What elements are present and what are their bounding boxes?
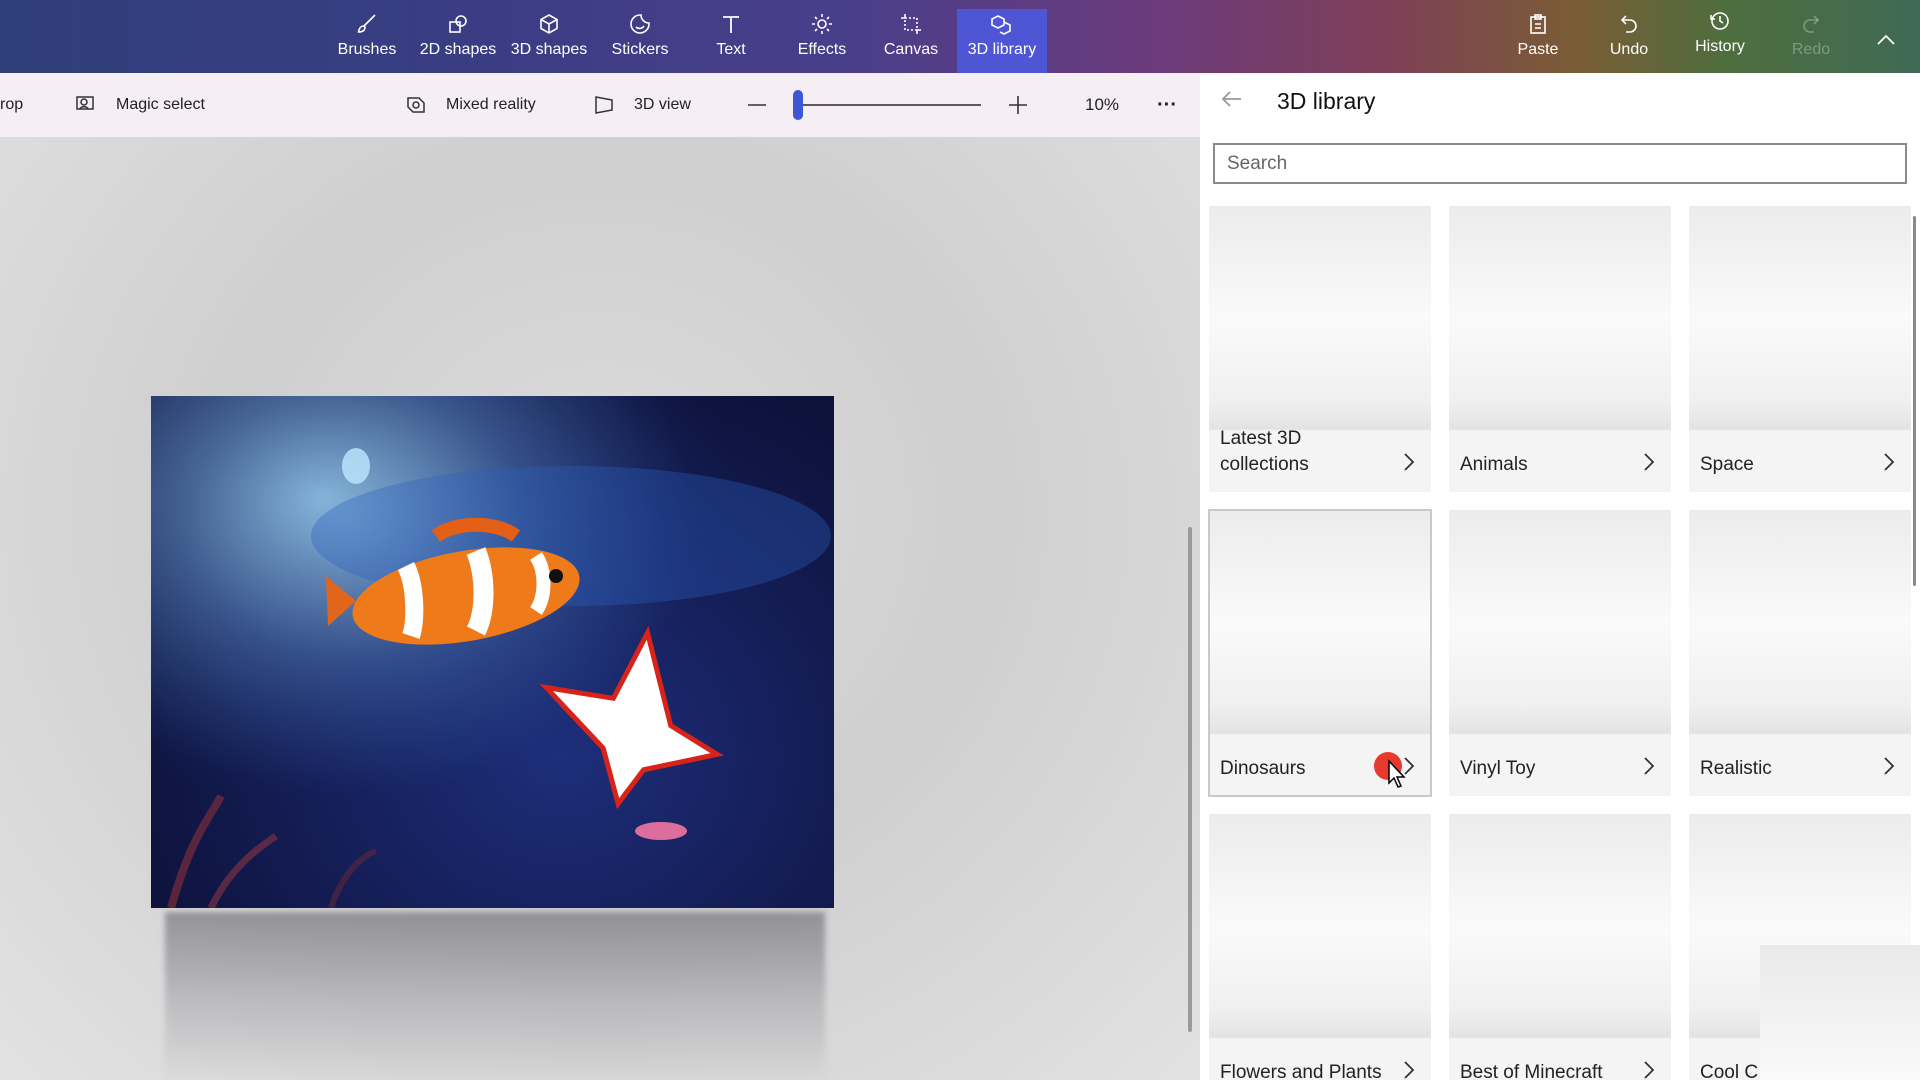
history-icon [1708,6,1732,36]
paste-icon [1526,9,1550,39]
undo-button[interactable]: Undo [1584,9,1674,73]
clownfish-photo[interactable] [151,396,834,908]
3d-library-button[interactable]: 3D library [957,9,1047,73]
redo-icon [1799,9,1823,39]
back-button[interactable] [1220,87,1244,111]
panel-scrollbar[interactable] [1913,216,1916,586]
overlay-patch [1760,945,1920,1080]
zoom-out-button[interactable] [745,73,787,137]
text-label: Text [716,41,746,58]
effects-icon [810,9,834,39]
undo-label: Undo [1609,41,1649,58]
chevron-right-icon [1404,453,1415,471]
3d-shapes-label: 3D shapes [510,41,588,58]
category-label: Realistic [1700,758,1772,779]
brush-icon [355,9,379,39]
zoom-slider-track[interactable] [795,104,981,106]
3d-view-button[interactable]: 3D view [592,73,691,137]
zoom-percent-text: 10% [1085,95,1120,114]
photo-reflection [165,912,825,1080]
paste-button[interactable]: Paste [1493,9,1583,73]
chevron-right-icon [1644,453,1655,471]
3d-library-panel: 3D library Latest 3D collections Animals… [1200,73,1920,1080]
collapse-ribbon-button[interactable] [1874,28,1898,52]
category-label: Space [1700,454,1754,475]
text-icon [719,9,743,39]
magic-select-label: Magic select [116,96,205,113]
3d-shapes-button[interactable]: 3D shapes [504,9,594,73]
category-tile-dinosaurs[interactable]: Dinosaurs [1208,509,1432,797]
category-tile-space[interactable]: Space [1689,206,1911,492]
3d-library-icon [990,9,1014,39]
minus-icon [748,104,766,106]
tool-options-bar: rop Magic select Mixed reality 3D view 1… [0,73,1200,137]
panel-title: 3D library [1277,88,1376,114]
category-tile-flowers[interactable]: Flowers and Plants [1209,814,1431,1080]
category-label: Flowers and Plants [1220,1062,1382,1080]
zoom-in-button[interactable] [1006,73,1048,137]
paste-label: Paste [1517,41,1559,58]
history-button[interactable]: History [1675,6,1765,70]
effects-button[interactable]: Effects [777,9,867,73]
category-tile-realistic[interactable]: Realistic [1689,510,1911,796]
crop-label: rop [0,96,24,113]
clownfish-image [151,396,834,908]
category-label: Vinyl Toy [1460,758,1536,779]
mixed-reality-icon [407,97,425,113]
canvas-scrollbar[interactable] [1188,527,1192,1032]
3d-shapes-icon [537,9,561,39]
chevron-right-icon [1884,453,1895,471]
crop-button[interactable]: rop [0,73,23,137]
3d-library-label: 3D library [967,41,1037,58]
chevron-up-icon [1877,34,1895,45]
chevron-right-icon [1644,1061,1655,1079]
mixed-reality-button[interactable]: Mixed reality [404,73,536,137]
more-options-button[interactable]: ··· [1157,73,1177,137]
search-input[interactable] [1213,143,1907,184]
chevron-right-icon [1644,757,1655,775]
category-label: Latest 3D collections [1220,428,1309,475]
history-label: History [1695,38,1745,55]
canvas-workspace[interactable] [0,137,1200,1080]
2d-shapes-label: 2D shapes [419,41,497,58]
magic-select-button[interactable]: Magic select [74,73,205,137]
stickers-label: Stickers [611,41,669,58]
2d-shapes-icon [446,9,470,39]
category-label: Dinosaurs [1220,758,1306,779]
category-tile-vinyl-toy[interactable]: Vinyl Toy [1449,510,1671,796]
brushes-button[interactable]: Brushes [322,9,412,73]
mixed-reality-label: Mixed reality [446,96,536,113]
more-icon: ··· [1157,93,1177,116]
category-tile-animals[interactable]: Animals [1449,206,1671,492]
category-tile-minecraft[interactable]: Best of Minecraft [1449,814,1671,1080]
zoom-slider-thumb[interactable] [793,90,803,120]
undo-icon [1617,9,1641,39]
canvas-label: Canvas [883,41,939,58]
chevron-right-icon [1884,757,1895,775]
top-ribbon: Brushes 2D shapes 3D shapes Stickers Tex… [0,0,1920,73]
3d-view-icon [595,96,613,114]
magic-select-icon [76,96,94,110]
stickers-button[interactable]: Stickers [595,9,685,73]
chevron-right-icon [1404,1061,1415,1079]
mouse-cursor-icon [1388,759,1406,788]
zoom-value: 10% [1085,73,1119,137]
canvas-button[interactable]: Canvas [866,9,956,73]
category-label: Best of Minecraft [1460,1062,1603,1080]
plus-icon [1009,96,1027,114]
canvas-icon [899,9,923,39]
redo-label: Redo [1791,41,1831,58]
back-arrow-icon [1221,91,1241,107]
2d-shapes-button[interactable]: 2D shapes [413,9,503,73]
text-button[interactable]: Text [686,9,776,73]
3d-view-label: 3D view [634,96,691,113]
category-label: Animals [1460,454,1528,475]
brushes-label: Brushes [337,41,397,58]
effects-label: Effects [797,41,847,58]
category-tile-latest[interactable]: Latest 3D collections [1209,206,1431,492]
redo-button[interactable]: Redo [1766,9,1856,73]
stickers-icon [628,9,652,39]
